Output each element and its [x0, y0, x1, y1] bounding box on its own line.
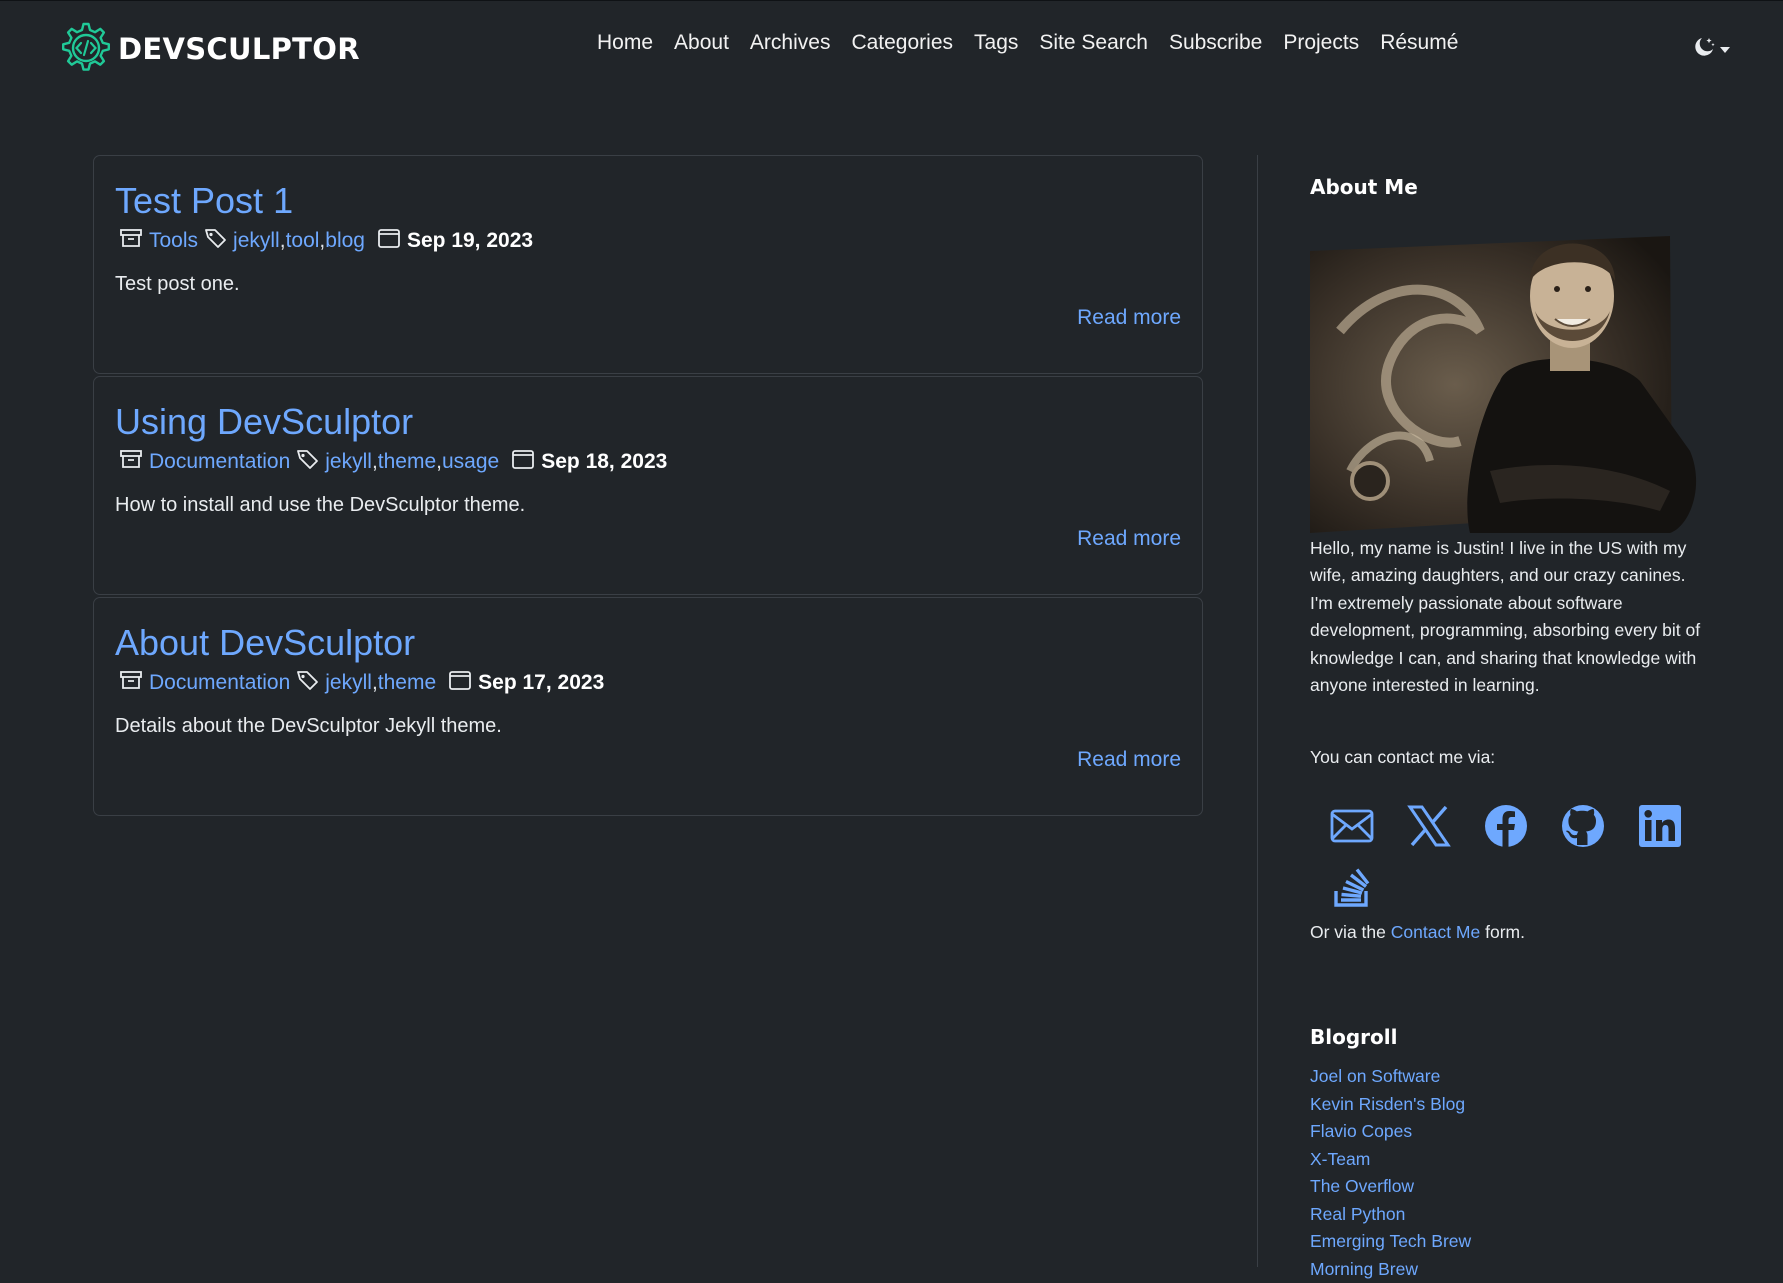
sidebar-divider [1257, 155, 1258, 1267]
nav-home[interactable]: Home [597, 31, 653, 55]
post-tag-link[interactable]: theme [378, 450, 436, 474]
post-excerpt: Details about the DevSculptor Jekyll the… [115, 715, 502, 738]
tags-icon [290, 448, 325, 476]
post-excerpt: Test post one. [115, 273, 240, 296]
post-tag-link[interactable]: theme [378, 671, 436, 695]
site-brand[interactable]: DEVSCULPTOR [57, 19, 360, 79]
read-more-link[interactable]: Read more [1077, 748, 1181, 772]
contact-me-link[interactable]: Contact Me [1391, 922, 1480, 942]
post-title[interactable]: Using DevSculptor [115, 401, 413, 443]
post-title[interactable]: About DevSculptor [115, 622, 415, 664]
post-card: About DevSculptor Documentation jekyll,t… [93, 597, 1203, 816]
read-more-link[interactable]: Read more [1077, 306, 1181, 330]
blogroll-link[interactable]: Flavio Copes [1310, 1118, 1471, 1146]
post-tag-link[interactable]: jekyll [233, 229, 280, 253]
nav-about[interactable]: About [674, 31, 729, 55]
post-meta: Documentation jekyll,theme,usage Sep 18,… [119, 447, 667, 477]
theme-toggle-button[interactable] [1692, 35, 1731, 63]
nav-resume[interactable]: Résumé [1380, 31, 1458, 55]
post-category-link[interactable]: Documentation [149, 450, 290, 474]
nav-archives[interactable]: Archives [750, 31, 831, 55]
moon-stars-icon [1692, 35, 1716, 63]
post-meta: Tools jekyll,tool,blog Sep 19, 2023 [119, 226, 533, 256]
post-tag-link[interactable]: blog [325, 229, 365, 253]
post-tag-link[interactable]: jekyll [325, 671, 372, 695]
blogroll-link[interactable]: Real Python [1310, 1201, 1471, 1229]
calendar-icon [436, 669, 472, 697]
post-card: Using DevSculptor Documentation jekyll,t… [93, 376, 1203, 595]
blogroll-link[interactable]: Morning Brew [1310, 1256, 1471, 1283]
archive-box-icon [119, 448, 149, 476]
facebook-icon[interactable] [1483, 803, 1529, 849]
blogroll-link[interactable]: Emerging Tech Brew [1310, 1228, 1471, 1256]
post-tag-link[interactable]: usage [442, 450, 499, 474]
github-icon[interactable] [1560, 803, 1606, 849]
envelope-icon[interactable] [1329, 803, 1375, 849]
post-date: Sep 19, 2023 [407, 229, 533, 253]
post-category-link[interactable]: Documentation [149, 671, 290, 695]
gear-code-logo-icon [57, 17, 115, 81]
post-card: Test Post 1 Tools jekyll,tool,blog Sep 1… [93, 155, 1203, 374]
contact-form-line: Or via the Contact Me form. [1310, 922, 1525, 943]
blogroll-link[interactable]: The Overflow [1310, 1173, 1471, 1201]
post-meta: Documentation jekyll,theme Sep 17, 2023 [119, 668, 604, 698]
tags-icon [290, 669, 325, 697]
nav-site-search[interactable]: Site Search [1039, 31, 1148, 55]
calendar-icon [499, 448, 535, 476]
about-me-text: Hello, my name is Justin! I live in the … [1310, 535, 1710, 699]
post-tag-link[interactable]: tool [286, 229, 320, 253]
post-date: Sep 17, 2023 [478, 671, 604, 695]
post-excerpt: How to install and use the DevSculptor t… [115, 494, 525, 517]
main-nav: Home About Archives Categories Tags Site… [597, 31, 1458, 55]
brand-name: DEVSCULPTOR [118, 32, 360, 66]
nav-tags[interactable]: Tags [974, 31, 1018, 55]
blogroll-list: Joel on Software Kevin Risden's Blog Fla… [1310, 1063, 1471, 1283]
stack-overflow-icon[interactable] [1329, 863, 1375, 909]
nav-categories[interactable]: Categories [851, 31, 953, 55]
nav-projects[interactable]: Projects [1283, 31, 1359, 55]
contact-form-prefix: Or via the [1310, 922, 1386, 942]
post-date: Sep 18, 2023 [541, 450, 667, 474]
archive-box-icon [119, 227, 149, 255]
nav-subscribe[interactable]: Subscribe [1169, 31, 1262, 55]
x-twitter-icon[interactable] [1406, 803, 1452, 849]
about-me-heading: About Me [1310, 175, 1418, 199]
contact-form-suffix: form. [1485, 922, 1525, 942]
post-tag-link[interactable]: jekyll [325, 450, 372, 474]
calendar-icon [365, 227, 401, 255]
blogroll-link[interactable]: Kevin Risden's Blog [1310, 1091, 1471, 1119]
tags-icon [198, 227, 233, 255]
blogroll-link[interactable]: Joel on Software [1310, 1063, 1471, 1091]
blogroll-heading: Blogroll [1310, 1025, 1397, 1049]
read-more-link[interactable]: Read more [1077, 527, 1181, 551]
blogroll-link[interactable]: X-Team [1310, 1146, 1471, 1174]
author-photo [1310, 211, 1710, 537]
post-category-link[interactable]: Tools [149, 229, 198, 253]
top-navbar: DEVSCULPTOR Home About Archives Categori… [0, 0, 1783, 96]
post-title[interactable]: Test Post 1 [115, 180, 293, 222]
archive-box-icon [119, 669, 149, 697]
linkedin-icon[interactable] [1637, 803, 1683, 849]
contact-intro: You can contact me via: [1310, 747, 1495, 768]
caret-down-icon [1719, 40, 1731, 59]
